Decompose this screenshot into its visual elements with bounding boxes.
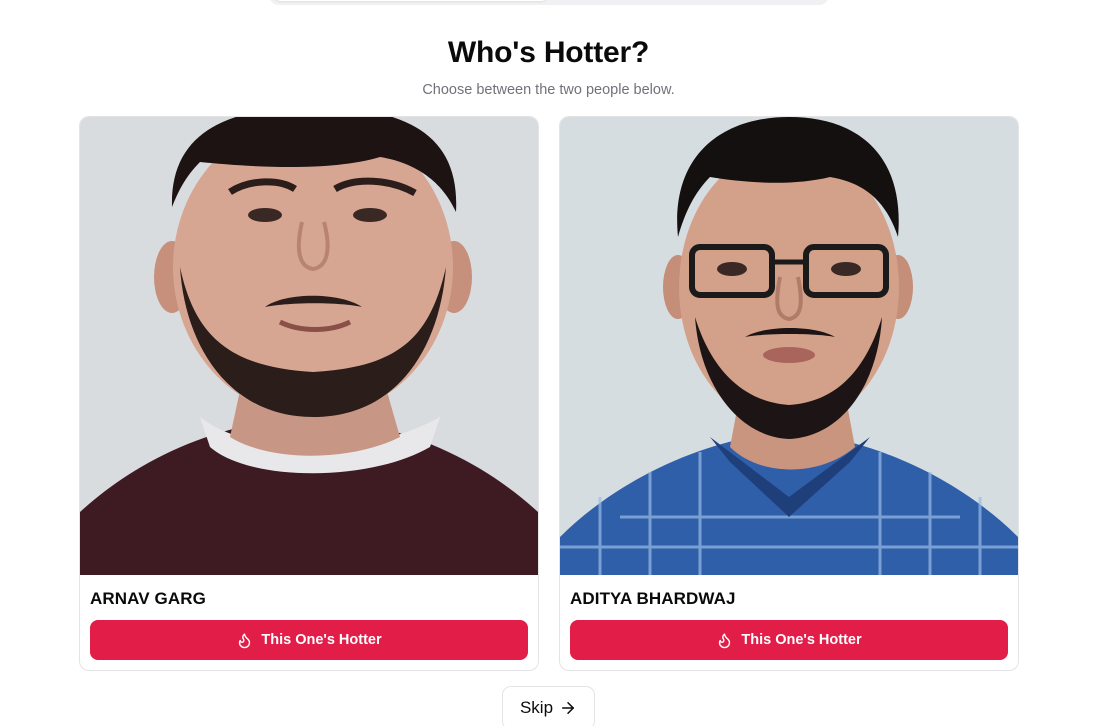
top-tabs (269, 0, 829, 5)
candidate-name-left: ARNAV GARG (90, 589, 206, 608)
tab-active[interactable] (273, 0, 549, 1)
skip-button-label: Skip (519, 698, 554, 717)
flame-icon (236, 632, 253, 649)
arrow-right-icon (559, 699, 577, 717)
vote-button-label: This One's Hotter (741, 632, 862, 648)
candidate-name-right: ADITYA BHARDWAJ (570, 589, 736, 608)
page-title: Who's Hotter? (447, 36, 650, 69)
page: Who's Hotter? Choose between the two peo… (0, 0, 1111, 726)
flame-icon (716, 632, 733, 649)
vote-button-label: This One's Hotter (261, 632, 382, 648)
candidate-photo-right (560, 117, 1018, 575)
page-subtitle: Choose between the two people below. (422, 82, 675, 98)
candidate-card-right: ADITYA BHARDWAJ This One's Hotter (559, 116, 1019, 671)
candidate-photo-left (80, 117, 538, 575)
candidate-card-left: ARNAV GARG This One's Hotter (79, 116, 539, 671)
skip-button[interactable]: Skip (502, 686, 595, 726)
vote-button-right[interactable]: This One's Hotter (570, 620, 1008, 660)
vote-button-left[interactable]: This One's Hotter (90, 620, 528, 660)
